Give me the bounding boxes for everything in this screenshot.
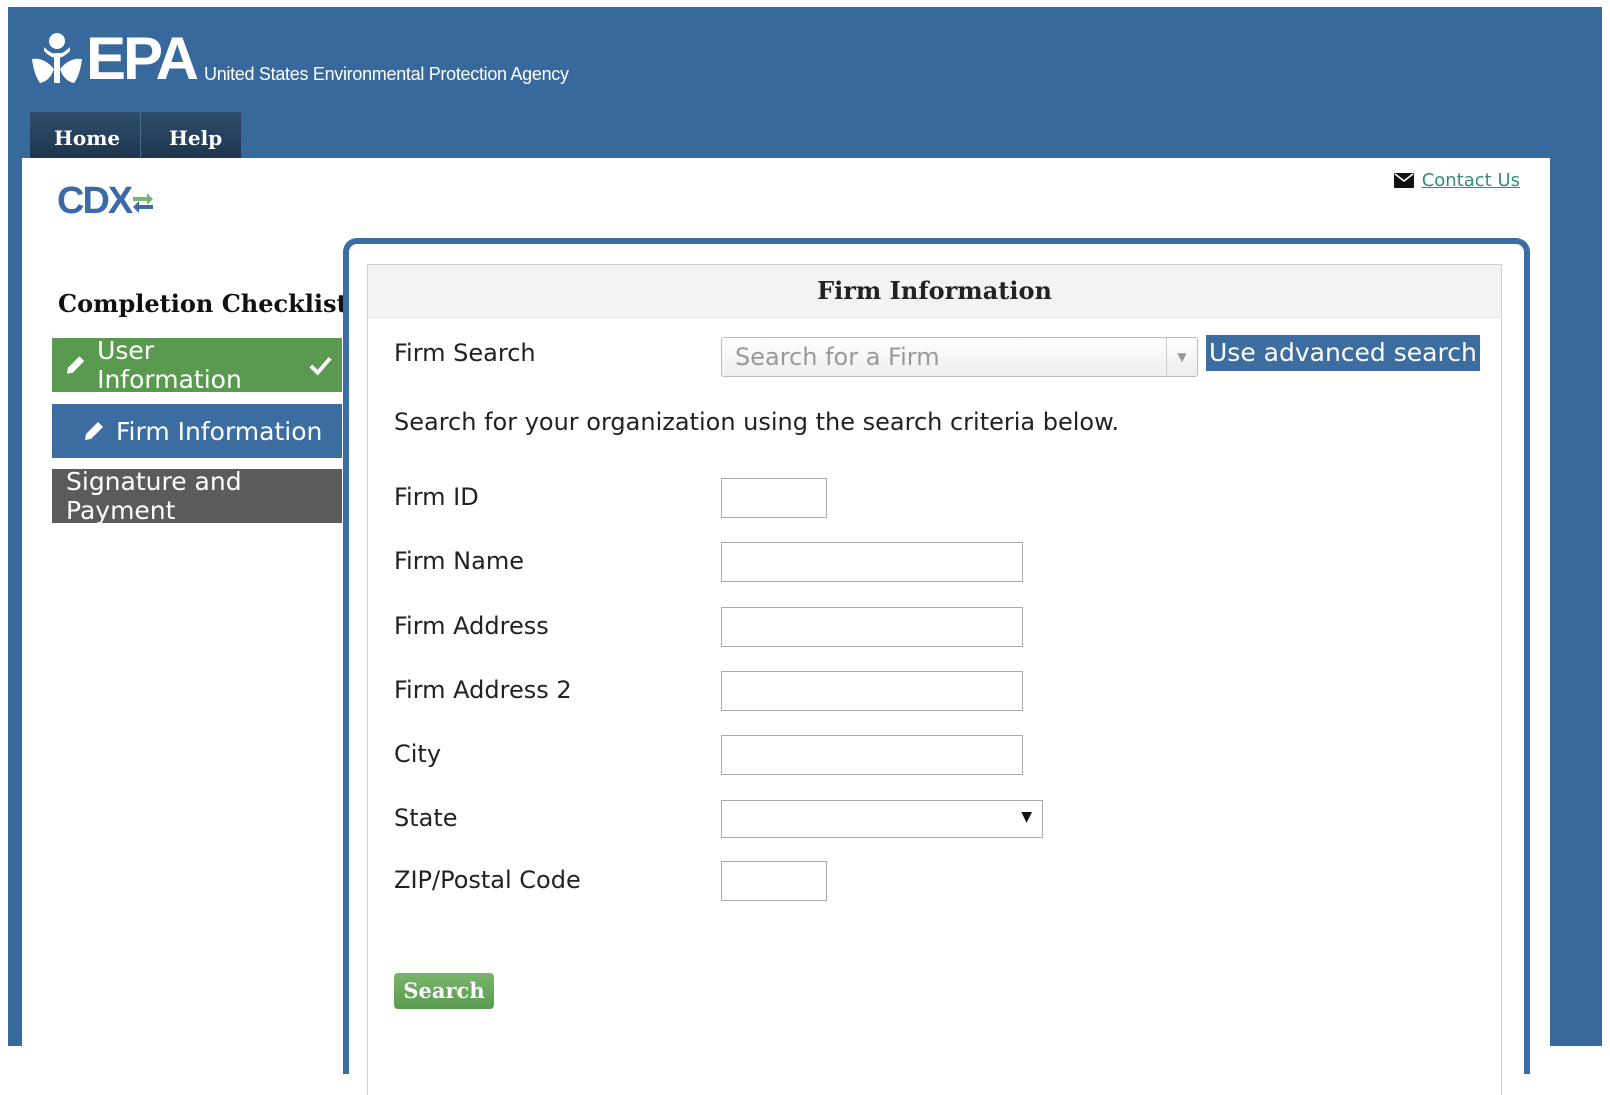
advanced-search-button[interactable]: Use advanced search — [1206, 335, 1480, 371]
state-label: State — [394, 804, 458, 832]
cdx-logo-text: CDX — [57, 180, 133, 222]
firm-information-panel: Firm Information Firm Search Search for … — [367, 264, 1502, 1095]
envelope-icon — [1393, 173, 1414, 188]
checklist-step-firm-information[interactable]: Firm Information — [52, 404, 342, 458]
contact-us: Contact Us — [1393, 170, 1520, 191]
epa-logo-text: EPA — [86, 25, 199, 92]
cdx-logo[interactable]: CDX — [57, 180, 155, 223]
firm-search-label: Firm Search — [394, 339, 536, 367]
checklist-title: Completion Checklist — [58, 289, 348, 318]
contact-us-link[interactable]: Contact Us — [1422, 170, 1520, 191]
content-area: CDX Contact Us Completion Checklist User… — [22, 158, 1550, 1095]
epa-flower-icon — [32, 33, 82, 83]
step-label: User Information — [97, 336, 242, 394]
form-panel-outer: Firm Information Firm Search Search for … — [343, 238, 1530, 1095]
step-label: Firm Information — [116, 416, 323, 446]
agency-name: United States Environmental Protection A… — [204, 64, 569, 84]
epa-logo[interactable]: EPA — [30, 25, 199, 92]
firm-name-input[interactable] — [721, 542, 1023, 582]
cdx-arrows-icon — [133, 192, 154, 213]
step-label: Signature and Payment — [66, 467, 242, 525]
firm-address-label: Firm Address — [394, 612, 549, 640]
zip-input[interactable] — [721, 861, 827, 901]
panel-title: Firm Information — [368, 265, 1501, 318]
firm-id-input[interactable] — [721, 478, 827, 518]
firm-id-label: Firm ID — [394, 483, 479, 511]
firm-address-2-label: Firm Address 2 — [394, 676, 572, 704]
checklist-step-user-information[interactable]: User Information — [52, 336, 342, 394]
firm-address-2-input[interactable] — [721, 671, 1023, 711]
state-select[interactable]: ▼ — [721, 800, 1043, 838]
firm-address-input[interactable] — [721, 607, 1023, 647]
firm-search-placeholder: Search for a Firm — [735, 343, 940, 371]
checklist-step-signature-and-payment[interactable]: Signature and Payment — [52, 467, 342, 525]
firm-name-label: Firm Name — [394, 547, 524, 575]
search-button[interactable]: Search — [394, 973, 494, 1009]
city-label: City — [394, 740, 442, 768]
pencil-icon — [85, 422, 103, 440]
dropdown-arrow-icon[interactable]: ▼ — [1166, 338, 1197, 376]
caret-down-icon: ▼ — [1021, 809, 1032, 825]
pencil-icon — [66, 356, 85, 374]
search-hint: Search for your organization using the s… — [394, 408, 1120, 436]
firm-search-input[interactable]: Search for a Firm ▼ — [721, 337, 1198, 377]
checkmark-icon — [309, 357, 332, 376]
zip-label: ZIP/Postal Code — [394, 866, 581, 894]
city-input[interactable] — [721, 735, 1023, 775]
